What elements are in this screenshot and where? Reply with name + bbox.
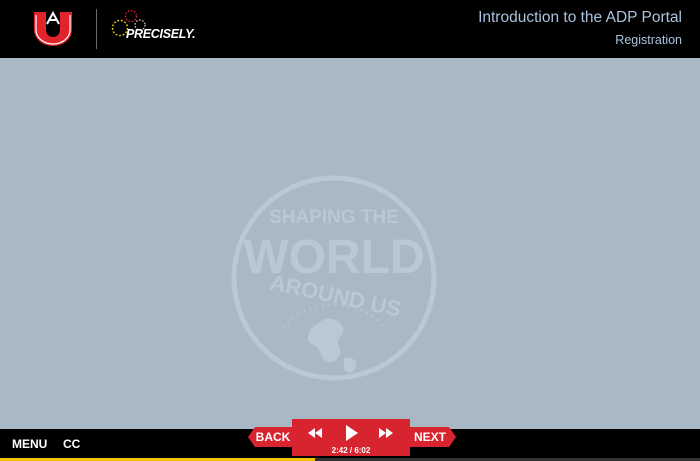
playback-controls: 2:42 / 6:02 xyxy=(292,419,410,456)
closed-captions-button[interactable]: CC xyxy=(63,437,80,451)
back-label: BACK xyxy=(255,430,291,444)
course-title: Introduction to the ADP Portal xyxy=(478,9,682,26)
world-watermark-icon: SHAPING THE WORLD AROUND US xyxy=(231,175,437,381)
play-icon[interactable] xyxy=(341,422,361,444)
player-frame: PRECISELY. Introduction to the ADP Porta… xyxy=(0,0,700,461)
watermark-line-2: WORLD xyxy=(243,231,424,284)
section-title: Registration xyxy=(615,33,682,47)
partner-name: PRECISELY. xyxy=(126,27,196,41)
watermark-line-1: SHAPING THE xyxy=(269,207,399,228)
university-a-logo-icon xyxy=(34,10,72,46)
rewind-icon[interactable] xyxy=(305,422,325,444)
back-button[interactable]: BACK xyxy=(248,427,298,447)
next-label: NEXT xyxy=(413,430,446,444)
next-button[interactable]: NEXT xyxy=(404,427,456,447)
fast-forward-icon[interactable] xyxy=(376,422,396,444)
time-display: 2:42 / 6:02 xyxy=(331,446,371,455)
slide-content: SHAPING THE WORLD AROUND US xyxy=(0,58,700,429)
menu-button[interactable]: MENU xyxy=(12,437,47,451)
logo-divider xyxy=(96,9,97,49)
header-bar: PRECISELY. Introduction to the ADP Porta… xyxy=(0,0,700,58)
